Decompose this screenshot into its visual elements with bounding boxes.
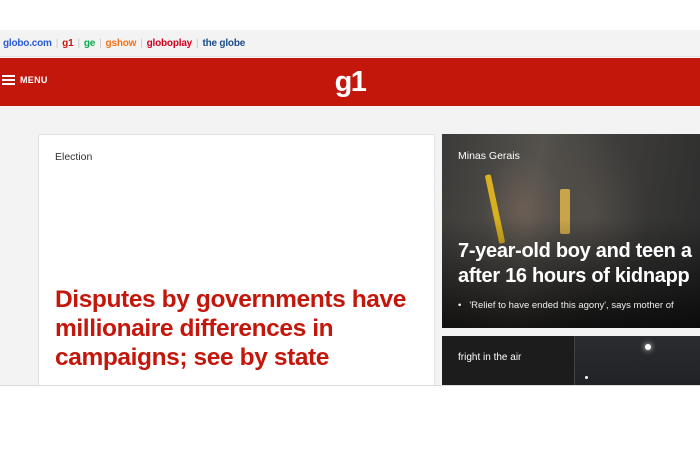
bullet-icon: • [458, 300, 462, 311]
story-headline[interactable]: Disputes by governments have millionaire… [55, 285, 425, 372]
night-sky-photo [574, 336, 700, 386]
light-detail [645, 344, 651, 350]
small-story-label[interactable]: fright in the air [458, 352, 521, 363]
ge-link[interactable]: ge [81, 38, 98, 49]
gshow-link[interactable]: gshow [103, 38, 140, 49]
g1-link[interactable]: g1 [59, 38, 76, 49]
globoplay-link[interactable]: globoplay [144, 38, 195, 49]
story-section-label[interactable]: Election [55, 151, 92, 163]
photo-headline-line: after 16 hours of kidnapp [458, 265, 690, 287]
small-story-card[interactable]: fright in the air [442, 336, 700, 386]
related-story-text: 'Relief to have ended this agony', says … [469, 300, 674, 311]
globo-network-bar: globo.com | g1 | ge | gshow | globoplay … [0, 30, 700, 57]
related-story-link[interactable]: • 'Relief to have ended this agony', says… [458, 300, 700, 311]
main-story-card[interactable]: Election Disputes by governments have mi… [38, 134, 435, 386]
the-globe-link[interactable]: the globe [199, 38, 248, 49]
photo-headline-line: 7-year-old boy and teen a [458, 240, 692, 262]
g1-logo[interactable]: g1 [0, 65, 700, 99]
photo-story-section[interactable]: Minas Gerais [458, 150, 520, 162]
photo-story-headline[interactable]: 7-year-old boy and teen a after 16 hours… [458, 239, 700, 289]
light-detail [585, 376, 588, 379]
globo-com-link[interactable]: globo.com [0, 38, 55, 49]
site-header: MENU g1 [0, 58, 700, 106]
photo-story-card[interactable]: Minas Gerais 7-year-old boy and teen a a… [442, 134, 700, 328]
page-divider [0, 385, 700, 386]
page-viewport: globo.com | g1 | ge | gshow | globoplay … [0, 30, 700, 386]
